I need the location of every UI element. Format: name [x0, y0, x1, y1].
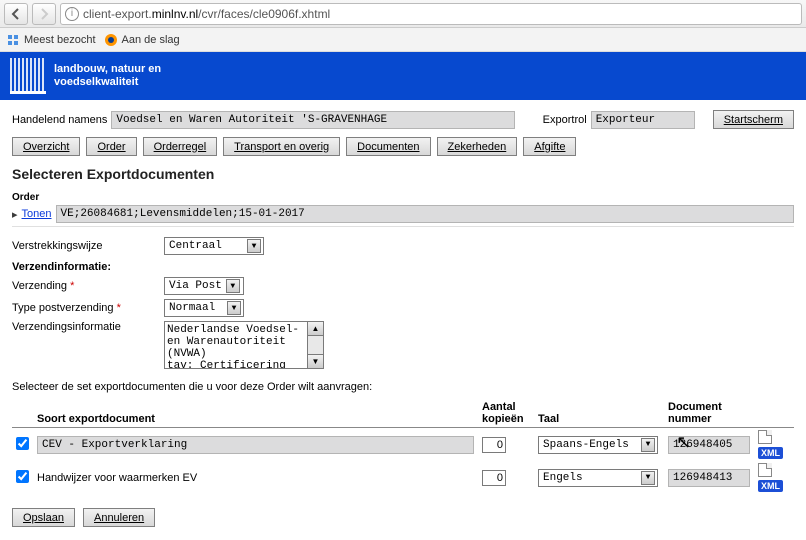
- select-prompt: Selecteer de set exportdocumenten die u …: [12, 381, 794, 393]
- scroll-up-icon[interactable]: ▲: [308, 322, 323, 336]
- scroll-track[interactable]: [308, 336, 323, 354]
- acting-label: Handelend namens: [12, 114, 107, 126]
- col-taal: Taal: [534, 399, 664, 428]
- bookmark-label: Aan de slag: [122, 34, 180, 46]
- role-field: Exporteur: [591, 111, 695, 129]
- verstrekking-label: Verstrekkingswijze: [12, 240, 164, 252]
- acting-field: Voedsel en Waren Autoriteit 'S-GRAVENHAG…: [111, 111, 514, 129]
- row-checkbox[interactable]: [16, 437, 29, 450]
- taal-select[interactable]: Engels▼: [538, 469, 658, 487]
- document-icon[interactable]: [758, 430, 772, 444]
- xml-badge[interactable]: XML: [758, 447, 783, 459]
- xml-badge[interactable]: XML: [758, 480, 783, 492]
- forward-button: [32, 3, 56, 25]
- chevron-down-icon: ▼: [247, 239, 261, 253]
- url-bar[interactable]: i client-export.minlnv.nl/cvr/faces/cle0…: [60, 3, 802, 25]
- tab-afgifte[interactable]: Afgifte: [523, 137, 576, 156]
- soort-field: CEV - Exportverklaring: [37, 436, 474, 454]
- col-soort: Soort exportdocument: [33, 399, 478, 428]
- firefox-icon: [104, 33, 118, 47]
- typepost-select[interactable]: Normaal▼: [164, 299, 244, 317]
- brand-text: landbouw, natuur en voedselkwaliteit: [54, 63, 161, 89]
- page-title: Selecteren Exportdocumenten: [12, 166, 794, 182]
- scrollbar[interactable]: ▲ ▼: [308, 321, 324, 369]
- app-banner: landbouw, natuur en voedselkwaliteit: [0, 52, 806, 100]
- documents-table: Soort exportdocument Aantal kopieën Taal…: [12, 399, 794, 494]
- chevron-down-icon: ▼: [226, 279, 240, 293]
- app-logo-icon: [10, 58, 46, 94]
- expand-icon[interactable]: ▸: [12, 208, 18, 221]
- table-row: Handwijzer voor waarmerken EV Engels▼ 12…: [12, 461, 794, 494]
- chevron-down-icon: ▼: [641, 471, 655, 485]
- table-row: CEV - Exportverklaring Spaans-Engels▼ 12…: [12, 428, 794, 462]
- url-text: client-export.minlnv.nl/cvr/faces/cle090…: [83, 7, 330, 21]
- verzendinfo-textarea[interactable]: [164, 321, 308, 369]
- back-button[interactable]: [4, 3, 28, 25]
- save-button[interactable]: Opslaan: [12, 508, 75, 527]
- scroll-down-icon[interactable]: ▼: [308, 354, 323, 368]
- bookmark-label: Meest bezocht: [24, 34, 96, 46]
- bookmark-get-started[interactable]: Aan de slag: [104, 33, 180, 47]
- verzendinfo-heading: Verzendinformatie:: [12, 261, 794, 273]
- tab-zekerheden[interactable]: Zekerheden: [437, 137, 518, 156]
- order-section-label: Order: [12, 192, 794, 203]
- tab-documenten[interactable]: Documenten: [346, 137, 430, 156]
- docnr-field: 126948405: [668, 436, 750, 454]
- cancel-button[interactable]: Annuleren: [83, 508, 155, 527]
- tab-transport[interactable]: Transport en overig: [223, 137, 340, 156]
- soort-text: Handwijzer voor waarmerken EV: [33, 461, 478, 494]
- docnr-field: 126948413: [668, 469, 750, 487]
- role-label: Exportrol: [543, 114, 587, 126]
- chevron-down-icon: ▼: [641, 438, 655, 452]
- chevron-down-icon: ▼: [227, 301, 241, 315]
- col-aantal: Aantal kopieën: [478, 399, 534, 428]
- kopieen-input[interactable]: [482, 437, 506, 453]
- kopieen-input[interactable]: [482, 470, 506, 486]
- tab-bar: Overzicht Order Orderregel Transport en …: [12, 137, 794, 156]
- verzending-label: Verzending *: [12, 280, 164, 292]
- verzending-select[interactable]: Via Post▼: [164, 277, 244, 295]
- document-icon[interactable]: [758, 463, 772, 477]
- order-field: VE;26084681;Levensmiddelen;15-01-2017: [56, 205, 794, 223]
- startscreen-button[interactable]: Startscherm: [713, 110, 794, 129]
- verstrekking-select[interactable]: Centraal▼: [164, 237, 264, 255]
- verzendinfo-label: Verzendingsinformatie: [12, 321, 164, 333]
- tab-orderregel[interactable]: Orderregel: [143, 137, 218, 156]
- row-checkbox[interactable]: [16, 470, 29, 483]
- typepost-label: Type postverzending *: [12, 302, 164, 314]
- grid-icon: [6, 33, 20, 47]
- bookmark-most-visited[interactable]: Meest bezocht: [6, 33, 96, 47]
- site-info-icon[interactable]: i: [65, 7, 79, 21]
- tab-order[interactable]: Order: [86, 137, 136, 156]
- col-docnr: Document nummer: [664, 399, 754, 428]
- taal-select[interactable]: Spaans-Engels▼: [538, 436, 658, 454]
- order-toggle-link[interactable]: Tonen: [22, 208, 52, 220]
- tab-overzicht[interactable]: Overzicht: [12, 137, 80, 156]
